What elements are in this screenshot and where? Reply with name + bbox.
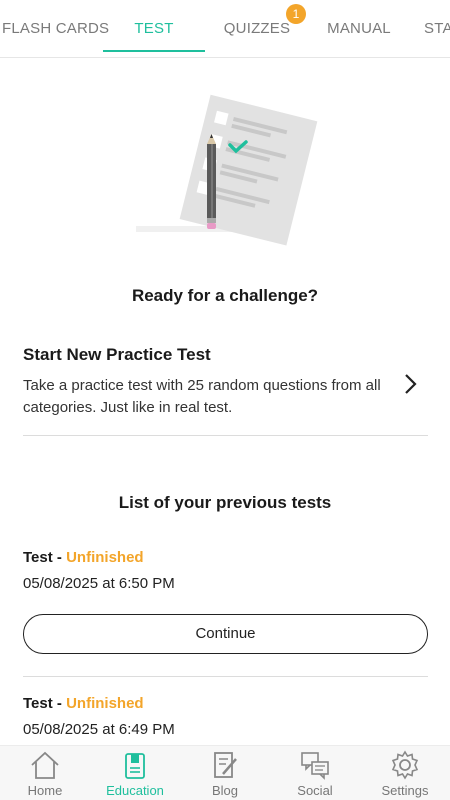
quizzes-badge: 1 [286, 4, 306, 24]
test-status: Unfinished [66, 549, 144, 566]
previous-tests-heading: List of your previous tests [118, 493, 332, 512]
nav-blog[interactable]: Blog [180, 746, 270, 800]
nav-label: Settings [381, 783, 429, 798]
nav-home[interactable]: Home [0, 746, 90, 800]
social-icon [301, 752, 329, 780]
divider [23, 676, 428, 677]
tab-label: QUIZZES [223, 20, 291, 37]
bottom-nav: Home Education Blog Social Settings [0, 745, 450, 800]
practice-title: Start New Practice Test [23, 345, 211, 364]
test-label: Test [23, 695, 53, 712]
paper-sheet [179, 94, 318, 246]
top-tab-bar: FLASH CARDS TEST QUIZZES 1 MANUAL STATS [0, 0, 450, 58]
test-title: Test - Unfinished [23, 549, 428, 566]
tab-manual[interactable]: MANUAL [325, 0, 393, 57]
tab-flash-cards[interactable]: FLASH CARDS [2, 0, 109, 57]
nav-label: Social [297, 783, 333, 798]
test-date: 05/08/2025 at 6:50 PM [23, 575, 175, 592]
start-practice-test[interactable]: Start New Practice Test Take a practice … [23, 345, 428, 435]
practice-description: Take a practice test with 25 random ques… [23, 377, 381, 416]
active-tab-indicator [103, 50, 205, 52]
tab-stats[interactable]: STATS [424, 0, 450, 57]
tab-quizzes[interactable]: QUIZZES [220, 0, 294, 57]
test-paper-illustration [136, 94, 318, 246]
tab-test[interactable]: TEST [103, 0, 205, 57]
test-date: 05/08/2025 at 6:49 PM [23, 721, 175, 738]
test-status: Unfinished [66, 695, 144, 712]
test-label: Test [23, 549, 53, 566]
chevron-right-icon [405, 374, 417, 394]
nav-settings[interactable]: Settings [360, 746, 450, 800]
tab-label: MANUAL [327, 20, 391, 37]
nav-education[interactable]: Education [90, 746, 180, 800]
tab-label: FLASH CARDS [2, 20, 110, 37]
challenge-heading: Ready for a challenge? [131, 286, 319, 305]
settings-icon [391, 750, 419, 780]
tab-label: TEST [134, 20, 174, 37]
nav-label: Education [106, 783, 164, 798]
test-separator: - [52, 549, 67, 566]
home-icon [31, 751, 59, 779]
test-list-item: Test - Unfinished 05/08/2025 at 6:49 PM [23, 695, 428, 738]
pencil-icon [207, 134, 216, 229]
tab-label: STATS [424, 20, 450, 37]
blog-icon [214, 752, 237, 778]
test-separator: - [52, 695, 67, 712]
education-icon [125, 753, 145, 779]
test-list-item: Test - Unfinished 05/08/2025 at 6:50 PM [23, 549, 428, 592]
test-title: Test - Unfinished [23, 695, 428, 712]
nav-label: Home [27, 783, 63, 798]
nav-social[interactable]: Social [270, 746, 360, 800]
continue-button[interactable]: Continue [23, 614, 428, 654]
divider [23, 435, 428, 436]
nav-label: Blog [211, 783, 239, 798]
